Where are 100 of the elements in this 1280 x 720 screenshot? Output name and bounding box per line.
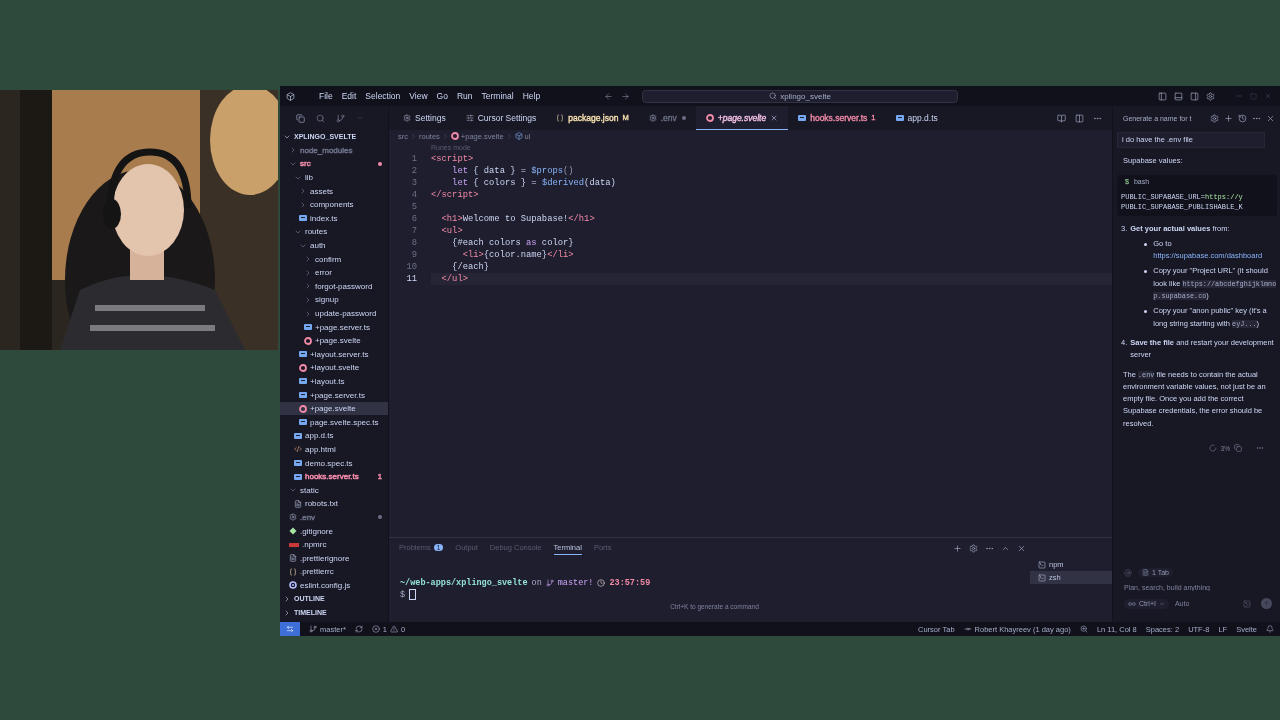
code-line: </script> (431, 189, 480, 201)
tree-entry[interactable]: src (280, 157, 388, 171)
tree-entry[interactable]: .env (280, 510, 388, 525)
menu-item[interactable]: Selection (365, 89, 401, 103)
bullet-icon (1144, 270, 1148, 274)
editor-tab[interactable]: +page.svelte (695, 106, 789, 130)
panel-left-icon[interactable] (1158, 91, 1167, 101)
command-center[interactable]: xplingo_svelte (642, 89, 958, 103)
tree-entry[interactable]: demo.spec.ts (280, 456, 388, 470)
editor-tab[interactable]: app.d.ts (885, 106, 948, 130)
settings-icon (403, 113, 411, 122)
typescript-file-icon (299, 377, 307, 386)
tree-entry[interactable]: assets (280, 184, 388, 198)
tree-entry[interactable]: robots.txt (280, 497, 388, 511)
tree-entry[interactable]: lib (280, 170, 388, 185)
menu-item[interactable]: Run (456, 89, 473, 103)
panel-bottom-icon[interactable] (1174, 91, 1183, 101)
branch-icon (545, 578, 554, 587)
forward-arrow-icon[interactable] (621, 91, 630, 101)
files-icon[interactable] (296, 113, 305, 123)
editor-tab[interactable]: Cursor Settings (455, 106, 547, 130)
tree-entry[interactable]: app.d.ts (280, 429, 388, 443)
tree-entry[interactable]: signup (280, 293, 388, 307)
tree-entry[interactable]: node_modules (280, 143, 388, 158)
tree-entry[interactable]: auth (280, 238, 388, 253)
code-line: <script> (431, 153, 475, 165)
tree-entry[interactable]: +layout.server.ts (280, 347, 388, 362)
split-editor-icon[interactable] (1075, 113, 1084, 123)
branch-icon (309, 625, 317, 633)
menu-item[interactable]: View (409, 89, 428, 103)
panel-right-icon[interactable] (1190, 91, 1199, 101)
editor-tab[interactable]: .env (638, 106, 696, 130)
tree-entry[interactable]: confirm (280, 252, 388, 266)
terminal-text: master! (557, 577, 594, 588)
search-icon[interactable] (316, 113, 325, 123)
tree-entry[interactable]: +layout.svelte (280, 361, 388, 375)
gear-icon (648, 113, 657, 122)
tree-entry[interactable]: forgot-password (280, 279, 388, 294)
menu-item[interactable]: Edit (341, 89, 357, 103)
code-line: <li>{color.name}</li> (461, 249, 575, 261)
tree-entry[interactable]: .gitignore (280, 524, 388, 538)
remote-button[interactable] (280, 622, 300, 636)
zoom-icon[interactable] (1079, 625, 1088, 633)
menu-item[interactable]: File (319, 89, 333, 103)
terminal-icon (1038, 573, 1046, 582)
terminal-text: on (531, 577, 542, 588)
tree-entry[interactable]: app.html (280, 442, 388, 457)
tree-entry[interactable]: routes (280, 225, 388, 239)
editor-tab[interactable]: Settings (393, 106, 456, 130)
menu-item[interactable]: Help (522, 89, 541, 103)
tree-entry[interactable]: static (280, 483, 388, 498)
bullet-icon (1144, 242, 1148, 246)
line-number: 1 (410, 153, 418, 165)
tree-entry[interactable]: +page.svelte (280, 401, 388, 416)
braces-icon (289, 567, 297, 576)
close-icon[interactable] (1017, 543, 1026, 553)
tree-entry[interactable]: error (280, 265, 388, 280)
tree-entry[interactable]: +layout.ts (280, 374, 388, 389)
tree-entry[interactable]: eslint.config.js (280, 578, 388, 593)
history-icon[interactable] (1238, 113, 1247, 123)
warning-icon (390, 625, 398, 633)
line-number: 2 (410, 165, 418, 177)
copy-icon[interactable] (1234, 444, 1242, 453)
arrow-up-icon (1263, 600, 1270, 607)
text-file-icon (294, 499, 302, 508)
settings-icon[interactable] (1206, 91, 1215, 101)
bell-icon[interactable] (1266, 625, 1274, 633)
tree-entry[interactable]: +page.server.ts (280, 388, 388, 402)
tree-entry[interactable]: .prettierrc (280, 565, 388, 579)
tree-entry[interactable]: +page.svelte (280, 333, 388, 348)
sync-icon[interactable] (354, 625, 363, 633)
tree-entry[interactable]: index.ts (280, 211, 388, 226)
clock-icon (597, 578, 606, 587)
tree-entry[interactable]: .prettierignore (280, 551, 388, 565)
html-file-icon (294, 445, 302, 454)
line-number: 8 (410, 237, 418, 249)
svelte-file-icon (705, 113, 714, 122)
tree-entry[interactable]: page.svelte.spec.ts (280, 415, 388, 430)
typescript-file-icon (299, 214, 307, 223)
infinity-icon (1128, 599, 1136, 608)
send-button[interactable] (1261, 598, 1272, 609)
tree-entry[interactable]: +page.server.ts (280, 320, 388, 334)
tree-entry[interactable]: update-password (280, 306, 388, 321)
tree-entry[interactable]: components (280, 197, 388, 212)
plus-icon[interactable] (953, 543, 962, 553)
branch-icon[interactable] (336, 113, 345, 123)
line-number: 3 (410, 177, 418, 189)
close-icon[interactable] (1266, 113, 1275, 123)
close-icon[interactable] (770, 113, 779, 122)
menu-item[interactable]: Terminal (481, 89, 514, 103)
back-arrow-icon[interactable] (604, 91, 613, 101)
sliders-icon (465, 113, 474, 122)
plus-icon[interactable] (1224, 113, 1233, 123)
typescript-file-icon (299, 391, 307, 400)
gear-icon (289, 513, 297, 522)
settings-icon[interactable] (969, 543, 978, 553)
book-icon[interactable] (1057, 113, 1066, 123)
settings-icon[interactable] (1210, 113, 1219, 123)
tree-entry[interactable]: .npmrc (280, 537, 388, 552)
menu-item[interactable]: Go (436, 89, 448, 103)
